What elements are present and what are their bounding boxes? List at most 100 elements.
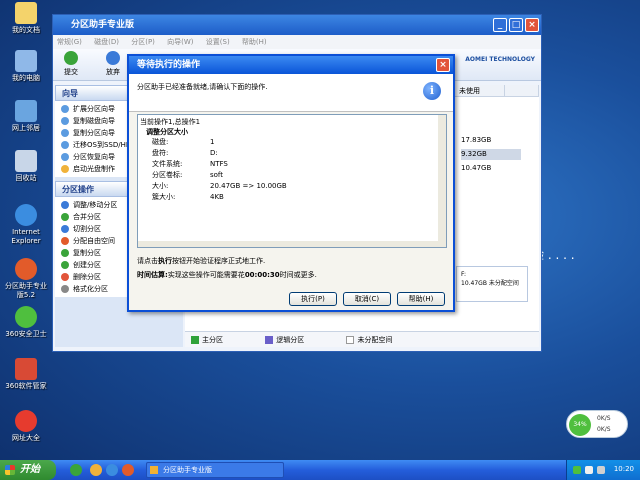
hint-bold: 执行: [158, 257, 172, 265]
desktop-icon-label: 分区助手专业版5.2: [5, 282, 47, 299]
dialog-close-button[interactable]: ×: [436, 58, 450, 72]
quicklaunch-ie-icon[interactable]: [106, 464, 118, 476]
detail-key: 分区卷标:: [152, 171, 183, 179]
op-item-label: 切割分区: [73, 225, 101, 233]
merge-icon: [61, 213, 69, 221]
detail-key: 簇大小:: [152, 193, 176, 201]
detail-value: 4KB: [210, 193, 224, 201]
resize-icon: [61, 201, 69, 209]
checkmark-icon: [64, 51, 78, 65]
dialog-header-message: 分区助手已经准备就绪,请确认下面的操作.: [137, 83, 268, 91]
detail-key: 文件系统:: [152, 160, 183, 168]
maximize-button[interactable]: □: [509, 18, 523, 32]
desktop-icon-network[interactable]: 网上邻居: [4, 100, 48, 133]
start-button[interactable]: 开始: [0, 460, 56, 480]
operation-detail-row: 盘符: D:: [152, 148, 218, 158]
desktop-icon-my-computer[interactable]: 我的电脑: [4, 50, 48, 83]
legend: 主分区 逻辑分区 未分配空间: [185, 331, 539, 347]
operation-detail-row: 文件系统: NTFS: [152, 159, 228, 169]
info-icon: i: [423, 82, 441, 100]
desktop: { "desktop": { "icons": [ {"label": "我的文…: [0, 0, 640, 480]
legend-primary: 主分区: [202, 336, 223, 344]
operation-detail-row: 大小: 20.47GB => 10.00GB: [152, 181, 287, 191]
minimize-button[interactable]: _: [493, 18, 507, 32]
desktop-icon-360-safe[interactable]: 360安全卫士: [4, 306, 48, 339]
detail-key: 盘符:: [152, 149, 169, 157]
wizard-icon: [61, 153, 69, 161]
dialog-hint: 请点击执行按钮开始验证程序正式地工作.: [137, 256, 265, 266]
wizard-item-label: 扩展分区向导: [73, 105, 115, 113]
desktop-icon-360-software[interactable]: 360软件管家: [4, 358, 48, 391]
operation-detail-row: 磁盘: 1: [152, 137, 214, 147]
wizard-icon: [61, 165, 69, 173]
desktop-icon-recycle-bin[interactable]: 回收站: [4, 150, 48, 183]
dialog-title-bar: 等待执行的操作 ×: [129, 56, 453, 74]
execute-button[interactable]: 执行(P): [289, 292, 337, 306]
desktop-icon-label: Internet Explorer: [11, 228, 41, 245]
hint-post: 按钮开始验证程序正式地工作.: [172, 257, 266, 265]
upload-speed: 0K/S: [597, 415, 611, 422]
disk-block-desc: 10.47GB 未分配空间: [461, 280, 519, 287]
legend-logical: 逻辑分区: [276, 336, 305, 344]
vertical-scrollbar[interactable]: [438, 115, 446, 247]
wizard-icon: [61, 105, 69, 113]
quicklaunch-browser-icon[interactable]: [90, 464, 102, 476]
software-manager-icon: [15, 358, 37, 380]
network-icon: [15, 100, 37, 122]
commit-label: 提交: [64, 68, 78, 76]
tray-volume-icon[interactable]: [597, 466, 605, 474]
op-item-label: 删除分区: [73, 273, 101, 281]
column-header-extra[interactable]: [505, 85, 539, 97]
quicklaunch-app-icon[interactable]: [122, 464, 134, 476]
op-item-label: 分配自由空间: [73, 237, 115, 245]
tray-360-icon[interactable]: [573, 466, 581, 474]
partition-assistant-icon: [15, 258, 37, 280]
help-button[interactable]: 帮助(H): [397, 292, 445, 306]
system-tray: 10:20: [566, 460, 640, 480]
detail-key: 磁盘:: [152, 138, 169, 146]
menu-settings[interactable]: 设置(S): [206, 38, 230, 46]
time-post: 时间或更多.: [279, 271, 317, 279]
desktop-icon-ie[interactable]: Internet Explorer: [4, 204, 48, 246]
computer-icon: [15, 50, 37, 72]
close-button[interactable]: ×: [525, 18, 539, 32]
split-icon: [61, 225, 69, 233]
partition-size: 17.83GB: [461, 136, 492, 144]
shield-icon: [15, 306, 37, 328]
detail-value: 20.47GB => 10.00GB: [210, 182, 287, 190]
wizard-item-label: 分区恢复向导: [73, 153, 115, 161]
wizard-icon: [61, 141, 69, 149]
dialog-title: 等待执行的操作: [137, 60, 201, 70]
disk-block-unallocated[interactable]: F: 10.47GB 未分配空间: [456, 266, 528, 302]
horizontal-scrollbar[interactable]: [138, 241, 438, 247]
quicklaunch-360-icon[interactable]: [70, 464, 82, 476]
desktop-icon-url-directory[interactable]: 网址大全: [4, 410, 48, 443]
discard-button[interactable]: 放弃: [99, 51, 127, 77]
op-item-label: 复制分区: [73, 249, 101, 257]
menu-help[interactable]: 帮助(H): [242, 38, 267, 46]
column-header-unused[interactable]: 未使用: [455, 85, 505, 97]
op-item-label: 调整/移动分区: [73, 201, 118, 209]
delete-icon: [61, 273, 69, 281]
taskbar-item-partition-assistant[interactable]: 分区助手专业版: [146, 462, 284, 478]
menu-partition[interactable]: 分区(P): [131, 38, 155, 46]
desktop-icon-partition-assistant[interactable]: 分区助手专业版5.2: [4, 258, 48, 300]
wizard-item-label: 复制磁盘向导: [73, 117, 115, 125]
cancel-button[interactable]: 取消(C): [343, 292, 391, 306]
partition-size: 9.32GB: [461, 149, 521, 160]
network-speed-widget[interactable]: 34% 0K/S 0K/S: [566, 410, 628, 438]
menu-disk[interactable]: 磁盘(D): [94, 38, 119, 46]
copy-icon: [61, 249, 69, 257]
menu-general[interactable]: 常规(G): [57, 38, 82, 46]
wizard-item-label: 复制分区向导: [73, 129, 115, 137]
app-title: 分区助手专业版: [71, 20, 135, 30]
allocate-icon: [61, 237, 69, 245]
desktop-icon-label: 360软件管家: [5, 382, 47, 390]
commit-button[interactable]: 提交: [57, 51, 85, 77]
unallocated-swatch: [346, 336, 355, 344]
tray-network-icon[interactable]: [585, 466, 593, 474]
usage-percent: 34%: [569, 414, 591, 436]
undo-icon: [106, 51, 120, 65]
menu-wizard[interactable]: 向导(W): [167, 38, 193, 46]
desktop-icon-my-documents[interactable]: 我的文档: [4, 2, 48, 35]
